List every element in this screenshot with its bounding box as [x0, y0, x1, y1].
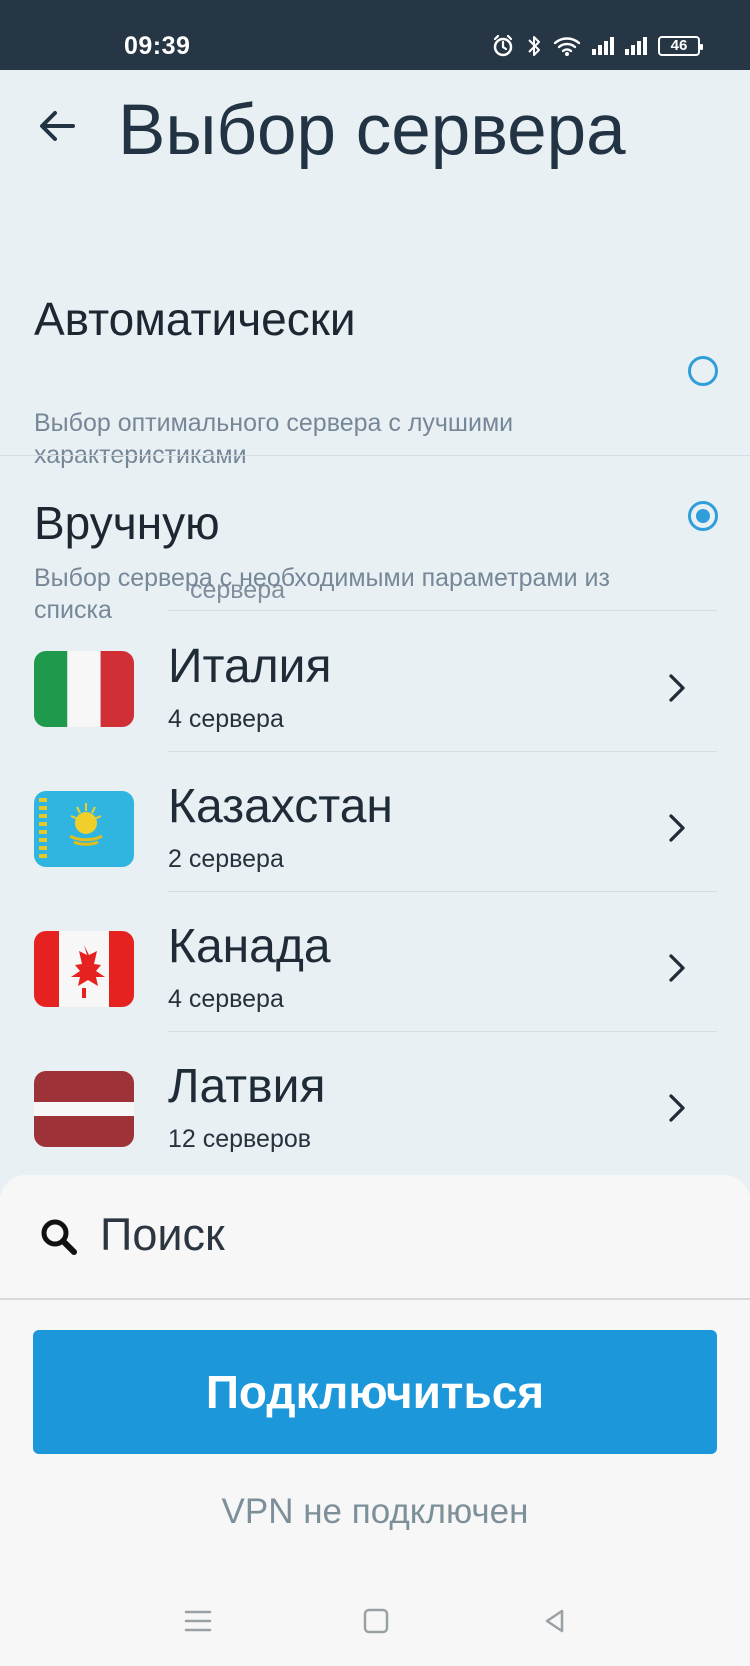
- battery-icon: 46: [658, 36, 703, 56]
- signal-icon: [625, 37, 647, 55]
- wifi-icon: [553, 37, 581, 56]
- partial-country-row-text: сервера: [190, 580, 286, 604]
- country-name: Латвия: [168, 1060, 326, 1113]
- country-list: сервера Италия 4 сервера Казахстан 2 сер…: [0, 580, 750, 1175]
- country-row-canada[interactable]: Канада 4 сервера: [0, 891, 750, 1031]
- search-row[interactable]: [0, 1175, 750, 1298]
- automatic-option-title: Автоматически: [34, 293, 356, 345]
- signal-icon: [592, 37, 614, 55]
- search-icon: [41, 1219, 77, 1255]
- country-name: Казахстан: [168, 780, 393, 833]
- chevron-right-icon: [669, 674, 685, 702]
- search-divider: [0, 1298, 750, 1300]
- chevron-right-icon: [669, 1094, 685, 1122]
- chevron-right-icon: [669, 954, 685, 982]
- top-bar: Выбор сервера: [0, 70, 750, 200]
- italy-flag-icon: [34, 651, 134, 727]
- automatic-option[interactable]: Автоматически Выбор оптимального сервера…: [0, 200, 750, 469]
- canada-flag-icon: [34, 931, 134, 1007]
- system-navigation-bar: [0, 1575, 750, 1666]
- search-input[interactable]: [100, 1200, 700, 1270]
- server-count: 4 сервера: [168, 705, 284, 733]
- back-triangle-icon[interactable]: [540, 1606, 570, 1636]
- status-time: 09:39: [124, 32, 191, 60]
- arrow-left-icon[interactable]: [33, 101, 83, 151]
- chevron-right-icon: [669, 814, 685, 842]
- kazakhstan-flag-icon: [34, 791, 134, 867]
- server-count: 4 сервера: [168, 985, 284, 1013]
- server-count: 2 сервера: [168, 845, 284, 873]
- manual-option-title: Вручную: [34, 497, 220, 549]
- country-name: Италия: [168, 640, 332, 693]
- server-count: 12 серверов: [168, 1125, 312, 1153]
- country-row-italy[interactable]: Италия 4 сервера: [0, 611, 750, 751]
- country-row-kazakhstan[interactable]: Казахстан 2 сервера: [0, 751, 750, 891]
- home-square-icon[interactable]: [361, 1606, 391, 1636]
- status-bar: 09:39 46: [0, 0, 750, 70]
- connect-button[interactable]: Подключиться: [33, 1330, 717, 1454]
- bluetooth-icon: [528, 36, 540, 56]
- manual-radio-button[interactable]: [688, 501, 718, 531]
- vpn-status-text: VPN не подключен: [221, 1492, 529, 1531]
- latvia-flag-icon: [34, 1071, 134, 1147]
- country-name: Канада: [168, 920, 331, 973]
- page-title: Выбор сервера: [118, 91, 626, 170]
- menu-icon[interactable]: [183, 1606, 213, 1636]
- status-icons: 46: [491, 34, 703, 58]
- automatic-radio-button[interactable]: [688, 356, 718, 386]
- alarm-icon: [493, 34, 513, 57]
- country-row-latvia[interactable]: Латвия 12 серверов: [0, 1031, 750, 1171]
